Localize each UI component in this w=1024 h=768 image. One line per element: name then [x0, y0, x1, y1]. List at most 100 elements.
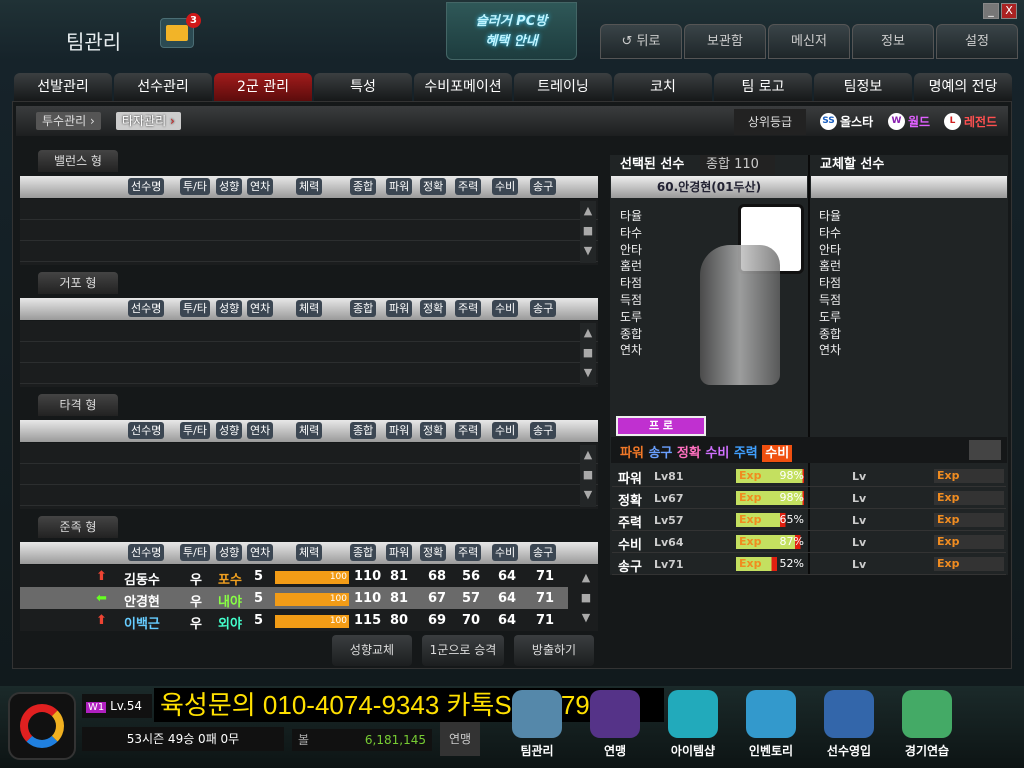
column-header[interactable]: 투/타 [180, 544, 210, 561]
column-header[interactable]: 정확 [420, 300, 447, 317]
menu-inventory[interactable]: 인벤토리 [736, 742, 806, 759]
menu-recruit[interactable]: 선수영입 [814, 742, 884, 759]
column-header[interactable]: 투/타 [180, 300, 210, 317]
release-button[interactable]: 방출하기 [514, 635, 594, 666]
table-row[interactable]: ⬅ 안경현 우 내야 5 100 110 81 67 57 64 71 [20, 588, 568, 610]
column-header[interactable]: 주력 [455, 300, 482, 317]
tab-team-info[interactable]: 팀정보 [814, 73, 912, 101]
column-header[interactable]: 성향 [216, 300, 243, 317]
left-arrow-icon: ⬅ [96, 591, 107, 606]
column-header[interactable]: 파워 [386, 178, 413, 195]
column-header[interactable]: 송구 [530, 422, 557, 439]
change-trait-button[interactable]: 성향교체 [332, 635, 412, 666]
column-header[interactable]: 연차 [247, 300, 274, 317]
tab-lineup[interactable]: 선발관리 [14, 73, 112, 101]
tab-team-logo[interactable]: 팀 로고 [714, 73, 812, 101]
column-header[interactable]: 정확 [420, 178, 447, 195]
column-header[interactable]: 선수명 [128, 544, 165, 561]
list-scrollbar[interactable]: ▲ ■ ▼ [580, 201, 596, 263]
column-header[interactable]: 연차 [247, 178, 274, 195]
league-icon[interactable] [590, 690, 640, 738]
minimize-button[interactable]: _ [983, 3, 999, 19]
back-button[interactable]: ↺ 뒤로 [600, 24, 682, 59]
tab-traits[interactable]: 특성 [314, 73, 412, 101]
tab-hall-of-fame[interactable]: 명예의 전당 [914, 73, 1012, 101]
column-header[interactable]: 투/타 [180, 422, 210, 439]
column-header[interactable]: 종합 [350, 544, 377, 561]
subtab-batters[interactable]: 타자관리 › [116, 112, 181, 130]
table-row[interactable]: ⬆ 이백근 우 외야 5 100 115 80 69 70 64 71 [20, 610, 568, 632]
list-scrollbar[interactable]: ▲ ■ ▼ [580, 445, 596, 507]
trait-throw: 송구 [648, 446, 673, 461]
column-header[interactable]: 주력 [455, 422, 482, 439]
tab-coach[interactable]: 코치 [614, 73, 712, 101]
column-header[interactable]: 정확 [420, 544, 447, 561]
storage-button[interactable]: 보관함 [684, 24, 766, 59]
column-header[interactable]: 선수명 [128, 300, 165, 317]
exp-percent: 65% [779, 513, 804, 526]
stat-label: 타점 [819, 276, 842, 291]
info-button[interactable]: 정보 [852, 24, 934, 59]
batter-avatar [700, 245, 780, 385]
column-header[interactable]: 선수명 [128, 178, 165, 195]
column-header[interactable]: 체력 [296, 178, 323, 195]
column-header[interactable]: 체력 [296, 422, 323, 439]
trait-defense: 수비 [705, 446, 730, 461]
column-header[interactable]: 성향 [216, 422, 243, 439]
column-header[interactable]: 수비 [492, 300, 519, 317]
tab-reserve[interactable]: 2군 관리 [214, 73, 312, 101]
player-list: ▲ ■ ▼ [20, 321, 598, 387]
pc-bang-promo-button[interactable]: 슬러거 PC방 혜택 안내 [446, 2, 577, 60]
practice-icon[interactable] [902, 690, 952, 738]
column-header[interactable]: 송구 [530, 300, 557, 317]
column-header[interactable]: 종합 [350, 178, 377, 195]
column-header[interactable]: 파워 [386, 422, 413, 439]
close-button[interactable]: X [1001, 3, 1017, 19]
selected-stat-labels: 타율 타수 안타 홈런 타점 득점 도루 종합 연차 [620, 208, 642, 359]
item-shop-icon[interactable] [668, 690, 718, 738]
list-scrollbar[interactable]: ▲ ■ ▼ [580, 323, 596, 385]
tab-training[interactable]: 트레이닝 [514, 73, 612, 101]
league-button[interactable]: 연맹 [440, 722, 480, 756]
column-header[interactable]: 성향 [216, 544, 243, 561]
column-header[interactable]: 투/타 [180, 178, 210, 195]
column-header[interactable]: 정확 [420, 422, 447, 439]
settings-button[interactable]: 설정 [936, 24, 1018, 59]
column-header[interactable]: 연차 [247, 422, 274, 439]
column-header[interactable]: 선수명 [128, 422, 165, 439]
column-header[interactable]: 주력 [455, 544, 482, 561]
menu-practice[interactable]: 경기연습 [892, 742, 962, 759]
column-header[interactable]: 수비 [492, 422, 519, 439]
column-header[interactable]: 연차 [247, 544, 274, 561]
column-header[interactable]: 체력 [296, 300, 323, 317]
player-position: 포수 [218, 573, 242, 588]
tab-players[interactable]: 선수관리 [114, 73, 212, 101]
column-header[interactable]: 송구 [530, 178, 557, 195]
inventory-icon[interactable] [746, 690, 796, 738]
column-header[interactable]: 성향 [216, 178, 243, 195]
list-scrollbar[interactable]: ▲ ■ ▼ [578, 568, 594, 628]
column-header[interactable]: 파워 [386, 544, 413, 561]
column-header[interactable]: 체력 [296, 544, 323, 561]
stat-label: 연차 [819, 343, 842, 358]
column-header[interactable]: 수비 [492, 178, 519, 195]
team-manage-icon[interactable] [512, 690, 562, 738]
messenger-button[interactable]: 메신저 [768, 24, 850, 59]
promote-button[interactable]: 1군으로 승격 [422, 635, 504, 666]
column-header[interactable]: 종합 [350, 300, 377, 317]
table-row[interactable]: ⬆ 김동수 우 포수 5 100 110 81 68 56 64 71 [20, 566, 568, 588]
tab-formation[interactable]: 수비포메이션 [414, 73, 512, 101]
subtab-pitchers[interactable]: 투수관리 › [36, 112, 101, 130]
column-header[interactable]: 종합 [350, 422, 377, 439]
column-header[interactable]: 파워 [386, 300, 413, 317]
team-logo [8, 692, 76, 760]
column-header[interactable]: 주력 [455, 178, 482, 195]
menu-team-manage[interactable]: 팀관리 [502, 742, 572, 759]
season-record: 53시즌 49승 0패 0무 [82, 727, 284, 751]
mail-button[interactable]: 3 [160, 13, 201, 48]
column-header[interactable]: 수비 [492, 544, 519, 561]
menu-league[interactable]: 연맹 [580, 742, 650, 759]
column-header[interactable]: 송구 [530, 544, 557, 561]
menu-item-shop[interactable]: 아이템샵 [658, 742, 728, 759]
recruit-icon[interactable] [824, 690, 874, 738]
